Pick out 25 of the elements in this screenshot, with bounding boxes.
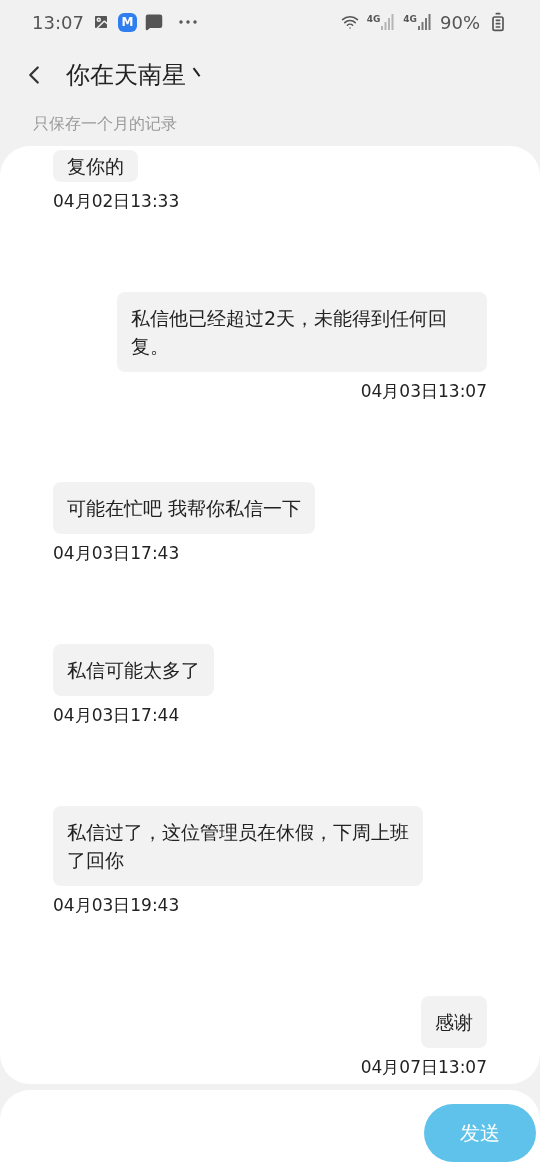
message-time: 04月03日19:43 xyxy=(53,894,180,916)
more-icon xyxy=(178,20,197,24)
signal-icon xyxy=(381,14,396,30)
wifi-icon xyxy=(340,13,359,31)
battery-percent: 90% xyxy=(440,10,480,35)
network-label: 4G xyxy=(403,14,417,24)
message-time: 04月07日13:07 xyxy=(360,1056,487,1078)
network-label: 4G xyxy=(366,14,381,24)
retention-notice: 只保存一个月的记录 xyxy=(33,113,178,135)
message-bubble: 私信过了，这位管理员在休假，下周上班了回你 xyxy=(53,806,423,886)
message-time: 04月03日13:07 xyxy=(360,380,487,402)
message-icon xyxy=(144,13,163,31)
send-button[interactable]: 发送 xyxy=(424,1104,536,1162)
app-icon: M xyxy=(117,12,137,32)
message-bubble: 私信他已经超过2天，未能得到任何回复。 xyxy=(117,292,487,372)
message-time: 04月02日13:33 xyxy=(53,190,180,212)
message-bubble: 感谢 xyxy=(421,996,487,1048)
signal-icon xyxy=(418,14,432,30)
message-bubble: 私信可能太多了 xyxy=(53,644,214,696)
message-bubble: 复你的 xyxy=(53,150,138,182)
chat-title: 你在天南星丶 xyxy=(66,60,210,91)
message-bubble: 可能在忙吧 我帮你私信一下 xyxy=(53,482,316,534)
message-time: 04月03日17:43 xyxy=(53,542,180,564)
status-time: 13:07 xyxy=(32,10,84,35)
message-time: 04月03日17:44 xyxy=(53,704,180,726)
